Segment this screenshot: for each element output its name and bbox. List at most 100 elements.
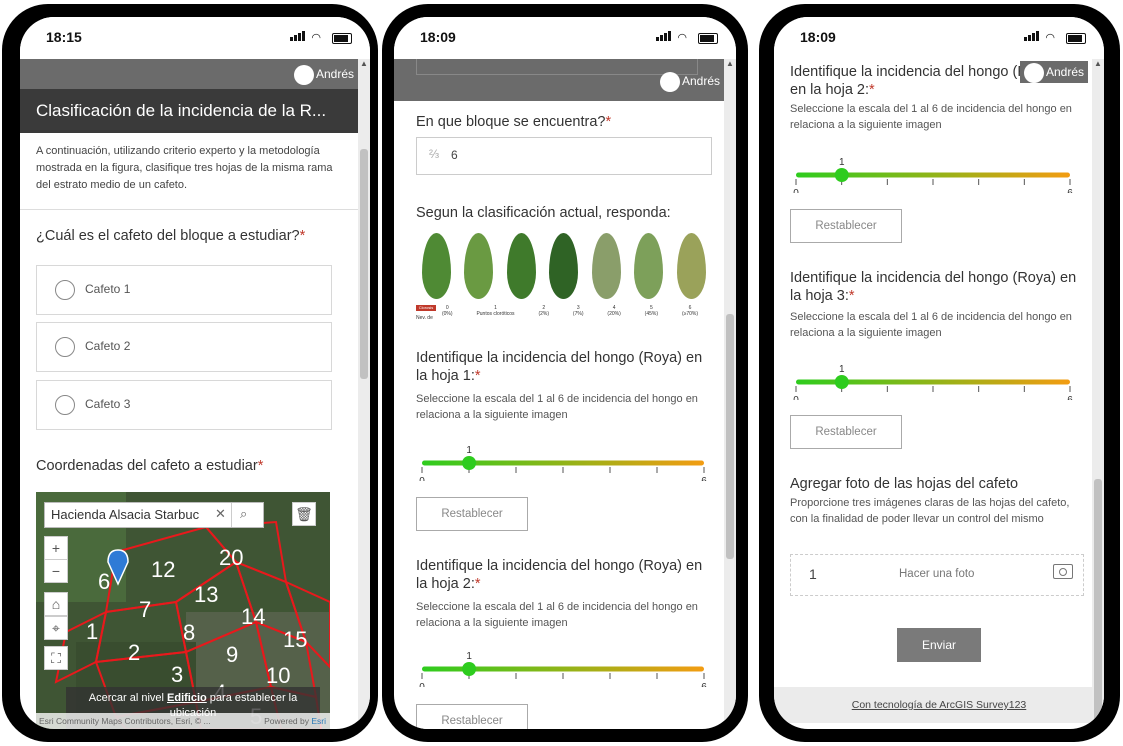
leaf-label: 4 (20%) bbox=[607, 305, 620, 317]
slider-min: 0 bbox=[793, 395, 799, 400]
leaf-sublabel: (2%) bbox=[538, 311, 549, 317]
clear-search-icon[interactable]: ✕ bbox=[215, 506, 226, 522]
required-mark: * bbox=[848, 288, 855, 304]
scroll-up-icon[interactable]: ▲ bbox=[726, 59, 734, 68]
slider-thumb bbox=[462, 456, 477, 470]
search-icon[interactable]: ⌕ bbox=[240, 506, 247, 522]
reset-button[interactable]: Restablecer bbox=[790, 415, 902, 449]
reset-button[interactable]: Restablecer bbox=[416, 497, 528, 531]
block-label: 8 bbox=[183, 620, 195, 645]
app-header: Andrés bbox=[774, 59, 1104, 87]
user-name: Andrés bbox=[315, 67, 354, 81]
radio-circle[interactable] bbox=[55, 337, 75, 357]
bloque-value[interactable]: 6 bbox=[451, 148, 458, 162]
scroll-up-icon[interactable]: ▲ bbox=[1094, 59, 1102, 68]
scroll-up-icon[interactable]: ▲ bbox=[360, 59, 368, 68]
app-header: Andrés bbox=[20, 59, 370, 89]
wifi-icon: ◠ bbox=[677, 32, 689, 44]
option-cafeto-1[interactable]: Cafeto 1 bbox=[36, 265, 332, 315]
zoom-in-button[interactable]: + bbox=[44, 536, 68, 560]
scrollbar[interactable]: ▲ bbox=[1092, 59, 1104, 729]
hint-hoja-3: Seleccione la escala del 1 al 6 de incid… bbox=[790, 311, 1072, 339]
user-name: Andrés bbox=[681, 74, 720, 88]
avatar bbox=[293, 64, 314, 85]
map-view[interactable]: 12 20 13 7 14 1 8 15 2 9 3 10 4 5 6 bbox=[36, 492, 330, 729]
zoom-out-button[interactable]: − bbox=[44, 559, 68, 583]
required-mark: * bbox=[474, 368, 481, 384]
block-label: 14 bbox=[241, 604, 265, 629]
scrollbar-thumb[interactable] bbox=[726, 314, 734, 559]
block-label: 3 bbox=[171, 662, 183, 687]
slider-hoja-1[interactable]: 1 0 6 bbox=[416, 441, 716, 481]
reset-button[interactable]: Restablecer bbox=[790, 209, 902, 243]
map-message-link[interactable]: Edificio bbox=[167, 692, 207, 704]
wifi-icon: ◠ bbox=[311, 32, 323, 44]
slider-thumb bbox=[462, 662, 477, 676]
leaf-sublabel: (45%) bbox=[644, 311, 659, 317]
map-search-box[interactable]: Hacienda Alsacia Starbuc ✕ ⌕ bbox=[44, 502, 264, 528]
esri-link[interactable]: Esri bbox=[311, 716, 326, 726]
leaf-1 bbox=[464, 233, 494, 299]
block-label: 15 bbox=[283, 627, 307, 652]
slider-hoja-3[interactable]: 1 0 6 bbox=[790, 360, 1082, 400]
survey123-link[interactable]: Con tecnología de ArcGIS Survey123 bbox=[852, 699, 1027, 711]
signal-icon bbox=[290, 31, 306, 44]
question-bloque: En que bloque se encuentra?* bbox=[416, 113, 611, 131]
user-menu[interactable]: Andrés bbox=[1019, 61, 1088, 83]
delete-icon[interactable]: 🗑 bbox=[292, 502, 316, 526]
user-menu[interactable]: Andrés bbox=[293, 63, 354, 85]
photo-input[interactable]: 1 Hacer una foto bbox=[790, 554, 1084, 596]
slider-hoja-2[interactable]: 1 0 6 bbox=[790, 153, 1082, 193]
leaf-sublabel: (0%) bbox=[441, 311, 453, 317]
survey-title: Clasificación de la incidencia de la R..… bbox=[20, 89, 358, 133]
reset-button[interactable]: Restablecer bbox=[416, 704, 528, 729]
block-label: 9 bbox=[226, 642, 238, 667]
map-message-text: Acercar al nivel bbox=[88, 692, 168, 704]
locate-icon[interactable]: ⌖ bbox=[44, 616, 68, 640]
leaf-sublabel: Puntos cloróticos bbox=[476, 311, 515, 317]
scrollbar[interactable]: ▲ bbox=[358, 59, 370, 729]
required-mark: * bbox=[605, 114, 612, 130]
radio-circle[interactable] bbox=[55, 280, 75, 300]
slider-min: 0 bbox=[419, 476, 425, 481]
marker-number: 6 bbox=[98, 569, 110, 594]
radio-circle[interactable] bbox=[55, 395, 75, 415]
option-cafeto-2[interactable]: Cafeto 2 bbox=[36, 322, 332, 372]
camera-icon[interactable] bbox=[1053, 564, 1073, 579]
hint-photo: Proporcione tres imágenes claras de las … bbox=[790, 497, 1070, 525]
status-icons: ◠ bbox=[656, 31, 718, 44]
slider-min: 0 bbox=[793, 188, 799, 193]
photo-count: 1 bbox=[809, 566, 817, 582]
leaf-2 bbox=[506, 233, 536, 299]
block-label: 7 bbox=[139, 597, 151, 622]
avatar bbox=[1023, 62, 1044, 83]
block-label: 1 bbox=[86, 619, 98, 644]
attribution-text: Esri Community Maps Contributors, Esri, … bbox=[39, 716, 211, 726]
battery-icon bbox=[1066, 32, 1086, 44]
wifi-icon: ◠ bbox=[1045, 32, 1057, 44]
question-hoja-1-label: Identifique la incidencia del hongo (Roy… bbox=[416, 350, 703, 384]
scrollbar[interactable]: ▲ bbox=[724, 59, 736, 729]
option-cafeto-3[interactable]: Cafeto 3 bbox=[36, 380, 332, 430]
slider-value: 1 bbox=[839, 157, 845, 168]
submit-button[interactable]: Enviar bbox=[897, 628, 981, 662]
scrollbar-thumb[interactable] bbox=[360, 149, 368, 379]
user-menu[interactable]: Andrés bbox=[659, 70, 720, 92]
slider-value: 1 bbox=[466, 651, 472, 662]
home-icon[interactable]: ⌂ bbox=[44, 592, 68, 616]
question-cafeto-label: ¿Cuál es el cafeto del bloque a estudiar… bbox=[36, 228, 300, 244]
leaf-label: 3 (7%) bbox=[573, 305, 584, 317]
avatar bbox=[659, 71, 680, 92]
map-search-input[interactable]: Hacienda Alsacia Starbuc bbox=[51, 507, 201, 522]
leaf-3 bbox=[549, 233, 579, 299]
map-attribution: Esri Community Maps Contributors, Esri, … bbox=[36, 713, 330, 729]
slider-thumb bbox=[834, 375, 849, 389]
scrollbar-thumb[interactable] bbox=[1094, 479, 1102, 724]
hint-hoja-2: Seleccione la escala del 1 al 6 de incid… bbox=[416, 601, 698, 629]
powered-by: Powered by Esri bbox=[264, 713, 326, 729]
fullscreen-icon[interactable]: ⛶ bbox=[44, 646, 68, 670]
bloque-input[interactable]: ⅔ 6 bbox=[416, 137, 712, 175]
take-photo-label[interactable]: Hacer una foto bbox=[899, 568, 974, 580]
footer: Con tecnología de ArcGIS Survey123 bbox=[774, 687, 1104, 723]
slider-hoja-2[interactable]: 1 0 6 bbox=[416, 647, 716, 687]
